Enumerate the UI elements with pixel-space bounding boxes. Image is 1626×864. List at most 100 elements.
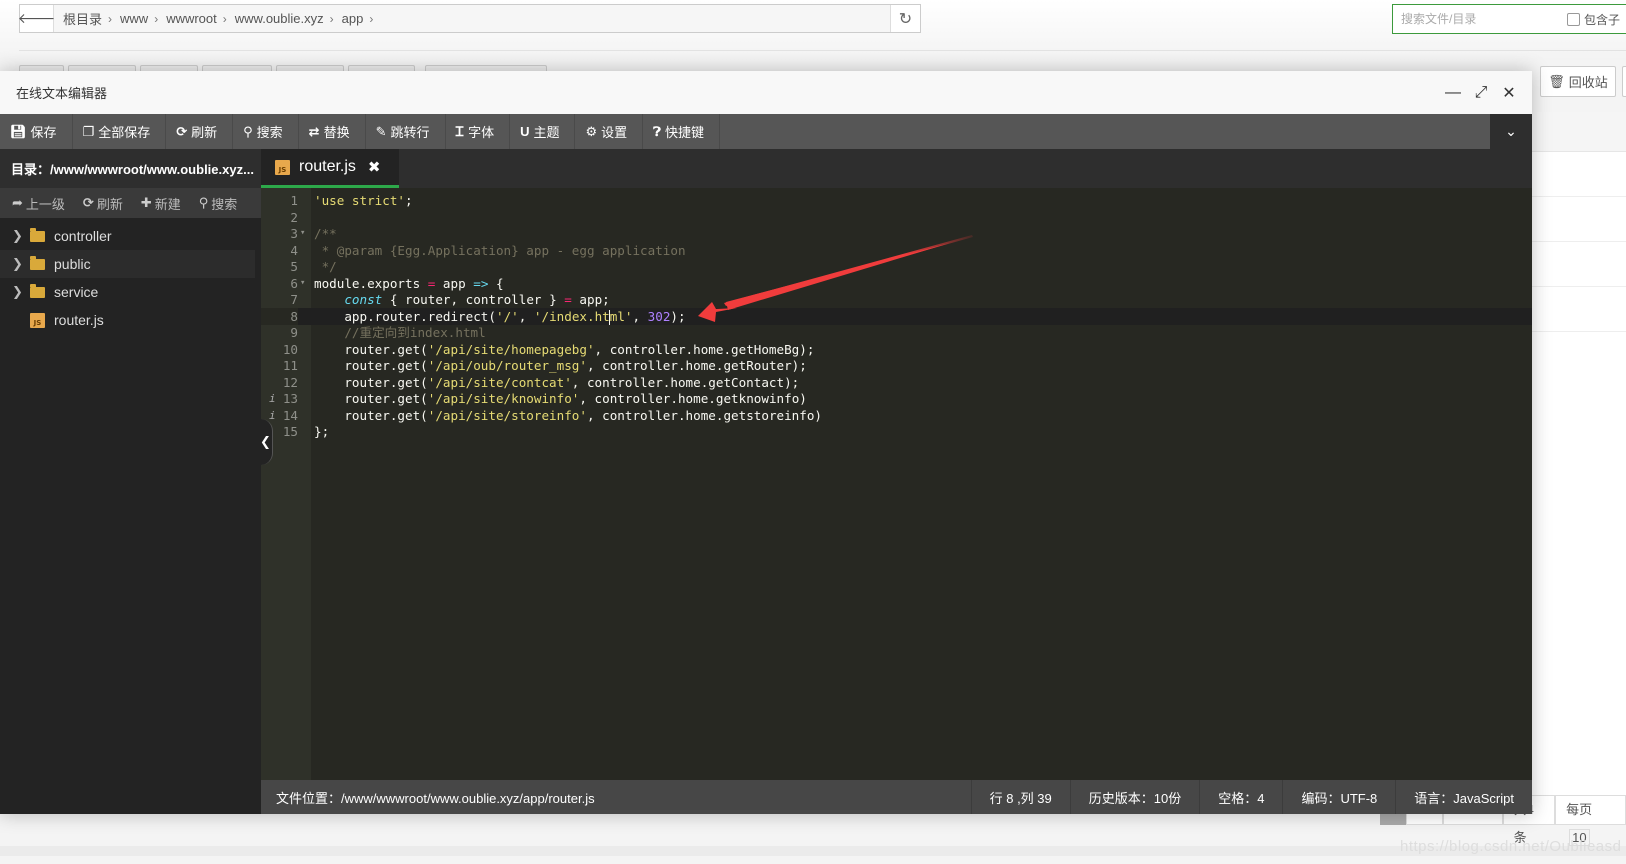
goto-line-button[interactable]: ✎ 跳转行 — [366, 114, 446, 149]
watermark: https://blog.csdn.net/Oublieasd — [1400, 838, 1622, 855]
chevron-right-icon[interactable]: ❯ — [12, 284, 30, 300]
chevron-right-icon[interactable]: ❯ — [12, 228, 30, 244]
file-search-box: 包含子 — [1392, 4, 1626, 34]
code-line[interactable]: 12 router.get('/api/site/contcat', contr… — [261, 374, 1532, 391]
line-number: 5 — [290, 259, 298, 274]
code-editor[interactable]: 1'use strict'; 2 3 ▾/** 4 * @param {Egg.Appl… — [261, 188, 1532, 780]
plus-icon: ✚ — [140, 195, 152, 210]
code-line[interactable]: 8 app.router.redirect('/', '/index.html'… — [261, 307, 1532, 325]
table-row[interactable] — [1532, 242, 1626, 287]
folder-icon — [30, 283, 45, 298]
search-icon: ⚲ — [243, 123, 253, 139]
fold-toggle-icon[interactable]: ▾ — [300, 225, 305, 242]
chevron-right-icon[interactable]: ❯ — [12, 256, 30, 272]
sidebar-collapse-button[interactable]: ❮ — [259, 419, 273, 465]
font-button[interactable]: Ꮖ 字体 — [446, 114, 511, 149]
status-indent[interactable]: 空格：4 — [1199, 780, 1282, 814]
gear-icon: ⚙ — [585, 123, 598, 139]
chevron-right-icon: › — [329, 11, 334, 26]
include-subdir-checkbox[interactable]: 包含子 — [1567, 11, 1620, 28]
code-line[interactable]: 11 router.get('/api/oub/router_msg', con… — [261, 357, 1532, 374]
replace-icon: ⇄ — [308, 123, 320, 139]
tree-item-public[interactable]: ❯ public — [0, 250, 255, 278]
status-history-versions[interactable]: 历史版本：10份 — [1069, 780, 1199, 814]
breadcrumb-item[interactable]: 根目录 — [63, 9, 102, 28]
line-number: 10 — [282, 341, 298, 357]
status-encoding[interactable]: 编码：UTF-8 — [1282, 780, 1395, 814]
code-line[interactable]: i 14 router.get('/api/site/storeinfo', co… — [261, 407, 1532, 424]
code-line[interactable]: 9 //重定向到index.html — [261, 324, 1532, 341]
editor-toolbar: 💾︎ 保存 ❐ 全部保存 ⟳ 刷新 ⚲ 搜索 ⇄ 替换 ✎ 跳转行 Ꮖ 字体 U 主题 ⚙ 设置 … — [0, 114, 1532, 149]
code-text: /** — [314, 226, 337, 241]
fold-toggle-icon[interactable]: ▾ — [300, 275, 305, 292]
checkbox-box[interactable] — [1567, 12, 1580, 26]
settings-label: 设置 — [601, 125, 628, 140]
online-text-editor-dialog: 在线文本编辑器 — ⤢ ✕ 💾︎ 保存 ❐ 全部保存 ⟳ 刷新 ⚲ 搜索 ⇄ 替换 ✎ 跳转… — [0, 71, 1532, 814]
table-row[interactable] — [1532, 287, 1626, 332]
breadcrumb-item[interactable]: www.oublie.xyz — [235, 11, 324, 26]
line-number: 4 — [290, 242, 298, 258]
back-button[interactable]: 🡐 — [18, 5, 55, 32]
table-row[interactable] — [1532, 152, 1626, 197]
shortcuts-button[interactable]: ❓︎ 快捷键 — [643, 114, 720, 149]
maximize-icon[interactable]: ⤢ — [1472, 84, 1490, 102]
code-text: */ — [314, 259, 337, 274]
table-row[interactable] — [1532, 197, 1626, 242]
sidebar-refresh-label: 刷新 — [96, 196, 123, 212]
folder-icon — [30, 255, 45, 270]
code-line[interactable]: 5 */ — [261, 258, 1532, 275]
code-line[interactable]: i 13 router.get('/api/site/knowinfo', con… — [261, 390, 1532, 407]
save-button[interactable]: 💾︎ 保存 — [0, 114, 73, 149]
new-file-button[interactable]: ✚ 新建 — [141, 194, 181, 213]
search-label: 搜索 — [256, 125, 283, 140]
code-line[interactable]: 7 const { router, controller } = app; — [261, 291, 1532, 308]
font-label: 字体 — [468, 125, 495, 140]
chevron-right-icon: › — [108, 11, 113, 26]
search-button[interactable]: ⚲ 搜索 — [233, 114, 299, 149]
shortcuts-label: 快捷键 — [664, 125, 704, 140]
close-icon[interactable]: ✕ — [1500, 83, 1518, 103]
code-text: router.get('/api/site/contcat', controll… — [314, 374, 800, 390]
background-button[interactable] — [1622, 66, 1626, 97]
code-line[interactable]: 15}; — [261, 423, 1532, 440]
sidebar-actions: ➦ 上一级 ⟳ 刷新 ✚ 新建 ⚲ 搜索 — [0, 188, 261, 218]
line-number: 1 — [290, 193, 298, 208]
file-search-input[interactable] — [1401, 12, 1561, 26]
parent-dir-button[interactable]: ➦ 上一级 — [12, 194, 65, 213]
breadcrumb-item[interactable]: wwwroot — [166, 11, 217, 26]
line-number: 7 — [290, 292, 298, 307]
folder-icon — [30, 227, 45, 242]
theme-label: 主题 — [533, 125, 560, 140]
replace-button[interactable]: ⇄ 替换 — [299, 114, 366, 149]
code-line[interactable]: 10 router.get('/api/site/homepagebg', co… — [261, 341, 1532, 358]
tree-item-controller[interactable]: ❯ controller — [0, 222, 261, 250]
status-language[interactable]: 语言：JavaScript — [1395, 780, 1532, 814]
refresh-icon: ↻ — [898, 10, 913, 28]
recycle-bin-button[interactable]: 🗑 回收站 — [1540, 66, 1616, 97]
close-tab-icon[interactable]: ✖ — [368, 158, 381, 176]
sidebar-search-button[interactable]: ⚲ 搜索 — [199, 194, 238, 213]
code-line[interactable]: 4 * @param {Egg.Application} app - egg a… — [261, 242, 1532, 259]
code-line[interactable]: 3 ▾ /** — [261, 225, 1532, 242]
refresh-button[interactable]: ⟳ 刷新 — [166, 114, 234, 149]
tree-item-service[interactable]: ❯ service — [0, 278, 261, 306]
settings-button[interactable]: ⚙ 设置 — [575, 114, 644, 149]
code-text: router.get('/api/site/homepagebg', contr… — [314, 341, 815, 357]
refresh-path-button[interactable]: ↻ — [890, 5, 920, 32]
sidebar-refresh-button[interactable]: ⟳ 刷新 — [83, 194, 123, 213]
save-all-button[interactable]: ❐ 全部保存 — [73, 114, 167, 149]
status-bar: 文件位置：/www/wwwroot/www.oublie.xyz/app/rou… — [261, 780, 1532, 814]
dialog-titlebar[interactable]: 在线文本编辑器 — ⤢ ✕ — [0, 71, 1532, 114]
status-cursor-position[interactable]: 行 8 ,列 39 — [970, 780, 1070, 814]
breadcrumb-item[interactable]: app — [342, 11, 364, 26]
minimize-icon[interactable]: — — [1444, 84, 1462, 102]
tree-item-router-js[interactable]: JS router.js — [0, 306, 261, 334]
breadcrumb-item[interactable]: www — [120, 11, 148, 26]
theme-button[interactable]: U 主题 — [510, 114, 576, 149]
code-line[interactable]: 6 ▾ module.exports = app => { — [261, 275, 1532, 292]
code-line[interactable]: 2 — [261, 209, 1532, 226]
tab-router-js[interactable]: JS router.js ✖ — [261, 149, 399, 188]
tab-label: router.js — [299, 158, 356, 175]
toolbar-collapse-button[interactable]: ⌄ — [1490, 114, 1532, 149]
code-line[interactable]: 1 'use strict'; — [261, 192, 1532, 209]
